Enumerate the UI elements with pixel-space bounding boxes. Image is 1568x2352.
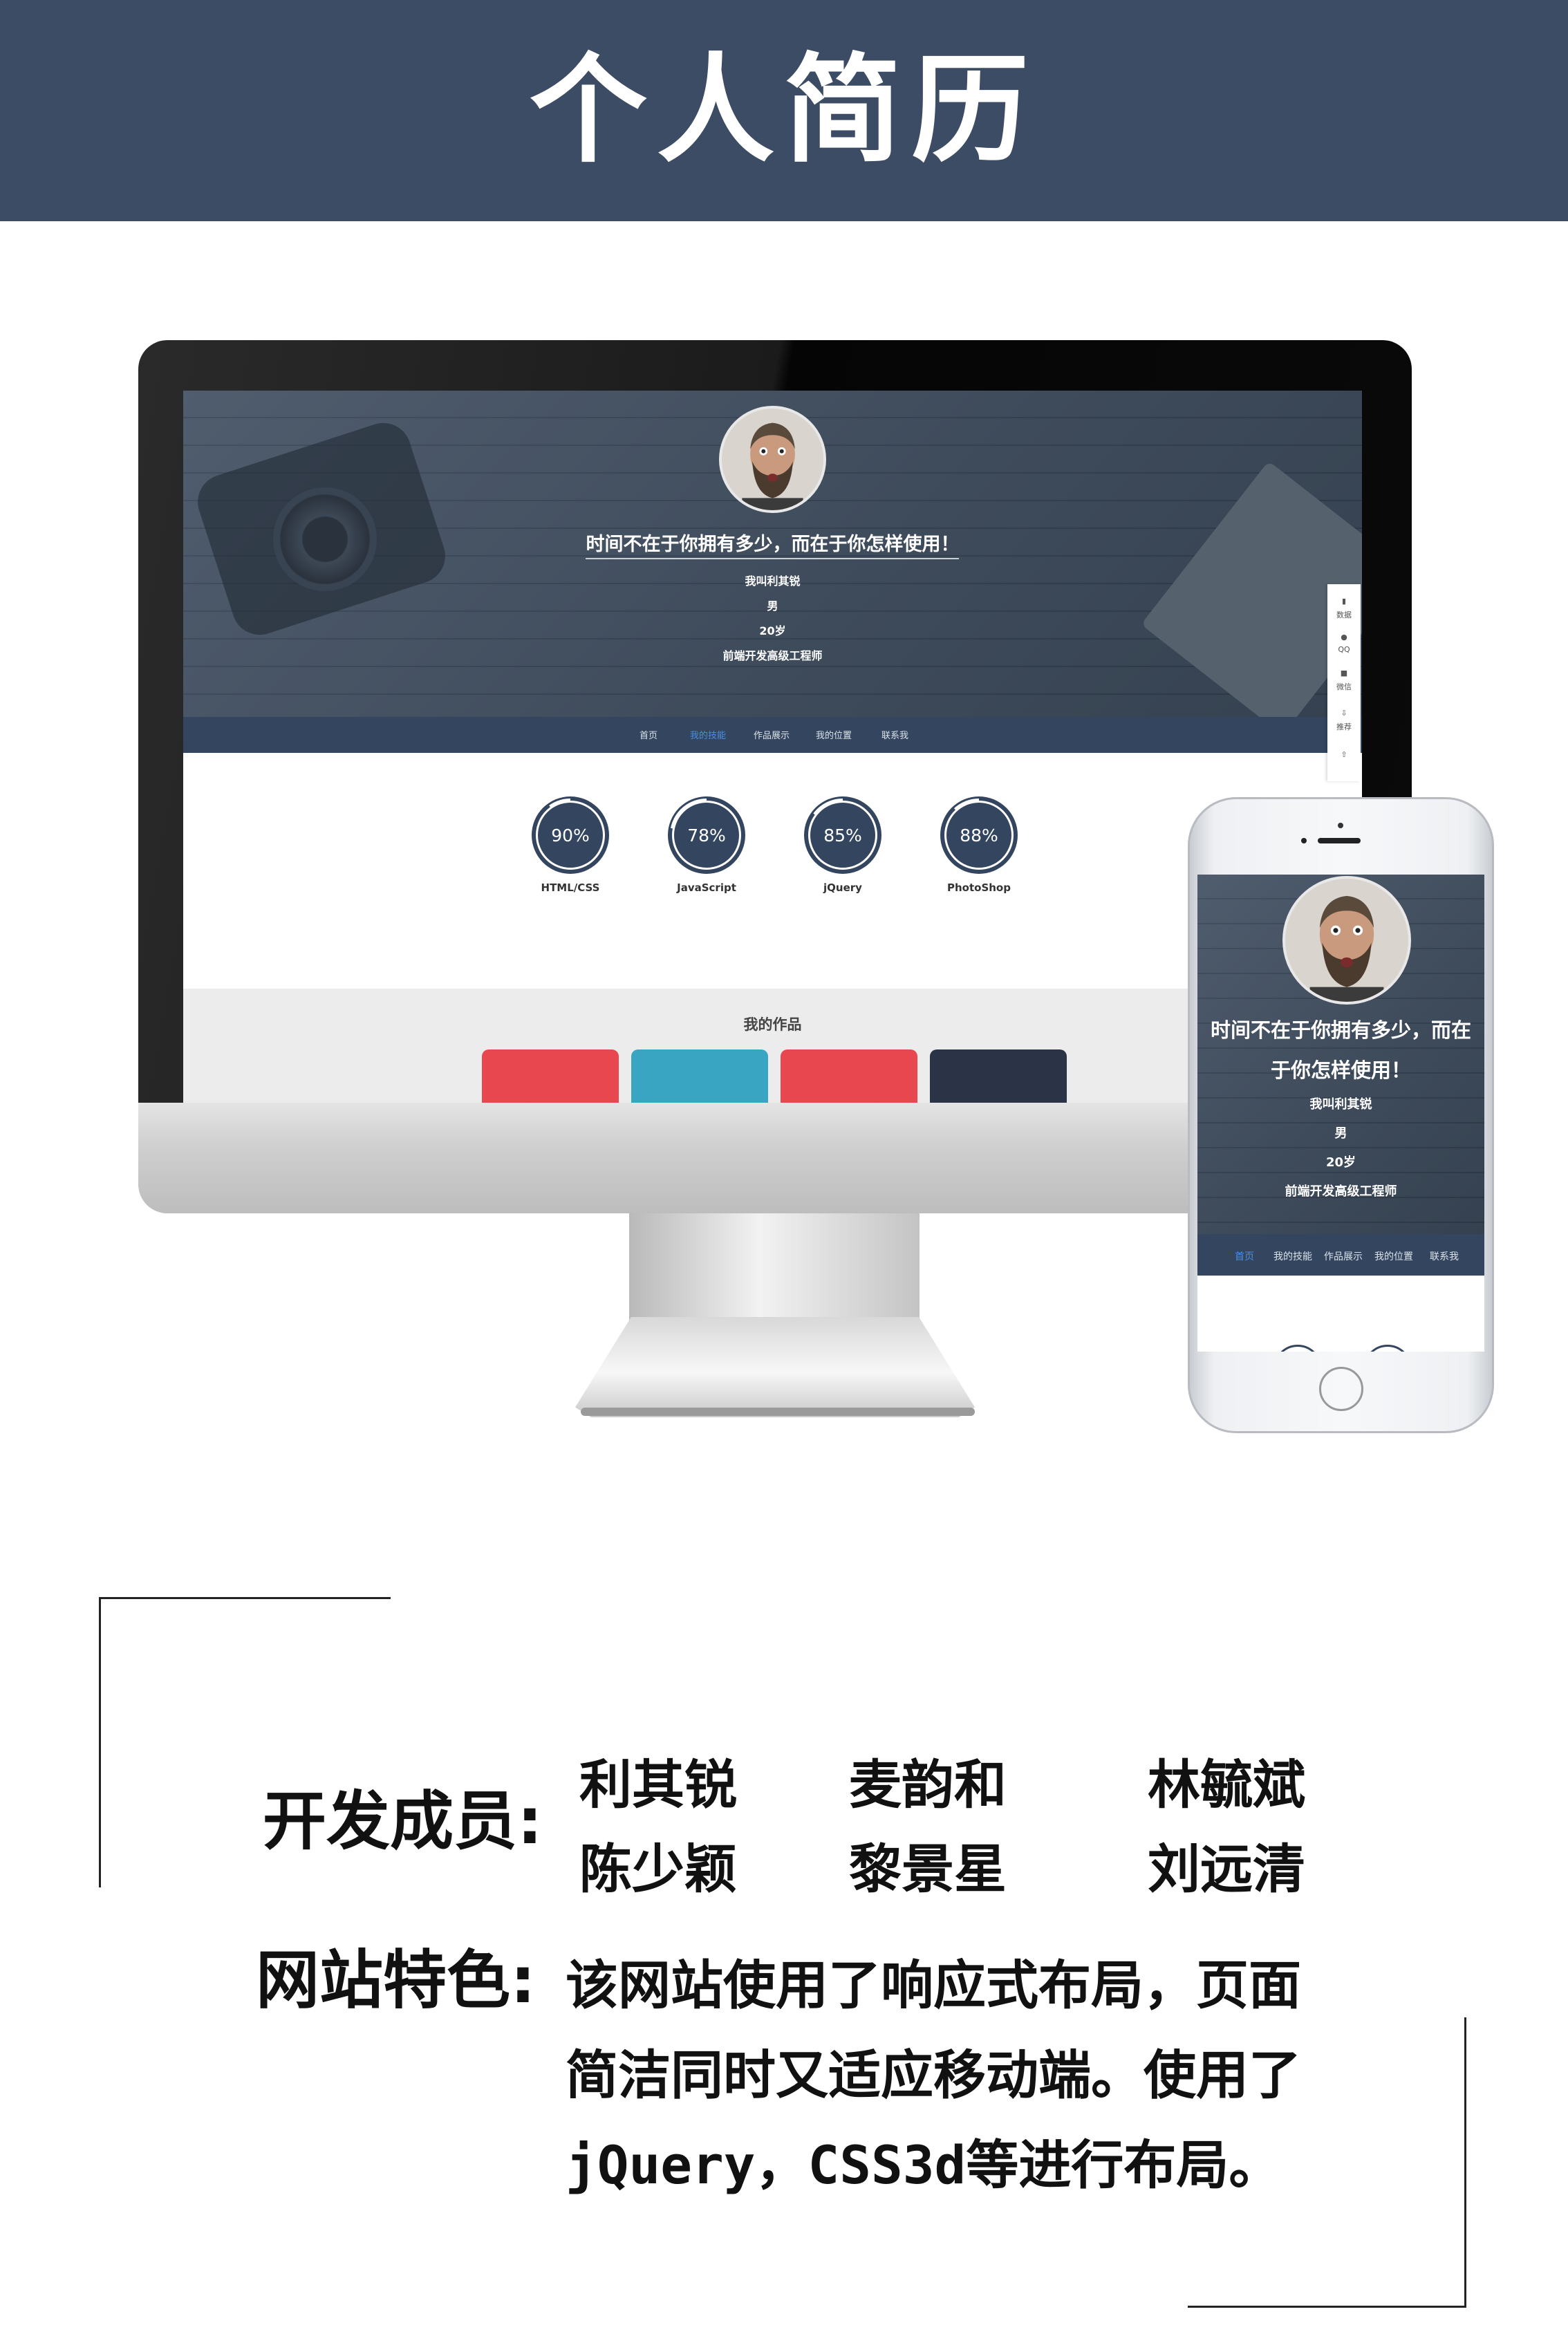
skill-percent: 90% [551,825,590,846]
download-icon[interactable]: ⇩ [1333,709,1355,718]
phone-nav-location[interactable]: 我的位置 [1374,1249,1413,1263]
work-card[interactable] [482,1049,619,1103]
phone-speaker [1318,838,1361,843]
frame-line-right [1464,2017,1466,2308]
side-label-data: 数据 [1336,610,1352,619]
desktop-screen: 时间不在于你拥有多少，而在于你怎样使用！ 我叫利其锐 男 20岁 前端开发高级工… [183,391,1362,1103]
members-label: 开发成员: [263,1784,543,1858]
skill-percent: 85% [823,825,862,846]
desktop-navbar: 首页 我的技能 作品展示 我的位置 联系我 [183,717,1362,753]
nav-contact[interactable]: 联系我 [881,728,908,741]
phone-navbar: 首页 我的技能 作品展示 我的位置 联系我 [1197,1234,1484,1276]
phone-skill-ring [1273,1345,1322,1352]
skill-item: 88% PhotoShop [941,798,1017,894]
member-name: 刘远清 [1148,1838,1305,1900]
skill-name: JavaScript [677,881,736,894]
side-label-wechat: 微信 [1336,682,1352,691]
phone-quote-line2: 于你怎样使用！ [1270,1058,1411,1082]
phone-quote-line1: 时间不在于你拥有多少，而在 [1210,1018,1471,1042]
member-name: 麦韵和 [849,1754,1007,1816]
works-section: 我的作品 [183,989,1362,1103]
skill-name: HTML/CSS [541,881,600,894]
hero-gender: 男 [767,599,778,613]
skill-percent: 88% [960,825,998,846]
monitor-stand-base [575,1317,975,1417]
monitor-stand-neck [629,1213,920,1331]
phone-hero-job: 前端开发高级工程师 [1285,1184,1397,1199]
skill-percent: 78% [687,825,726,846]
phone-sensor [1301,838,1307,843]
phone-avatar [1282,876,1411,1005]
skill-progress-ring: 78% [669,798,744,872]
skill-progress-ring: 88% [942,798,1016,872]
phone-nav-home[interactable]: 首页 [1235,1249,1254,1263]
feature-text-line: 简洁同时又适应移动端。使用了 [566,2044,1301,2106]
frame-line-bottom [1188,2306,1466,2308]
side-toolbar: ▮ 数据 ● QQ ■ 微信 ⇩ 推荐 ⇧ [1327,584,1361,781]
avatar-portrait-icon [1285,879,1408,1002]
member-name: 林毓斌 [1148,1754,1305,1816]
side-label-recommend: 推荐 [1336,722,1352,731]
avatar-portrait-icon [722,409,823,510]
page-title: 个人简历 [529,42,1038,179]
monitor-stand-shadow [581,1408,975,1416]
skill-item: 85% jQuery [805,798,881,894]
work-card[interactable] [781,1049,917,1103]
skill-progress-ring: 85% [805,798,880,872]
nav-home[interactable]: 首页 [640,728,657,741]
phone-skill-ring [1363,1345,1412,1352]
phone-nav-skills[interactable]: 我的技能 [1273,1249,1312,1263]
work-card[interactable] [930,1049,1067,1103]
avatar [719,406,826,513]
hero-age: 20岁 [759,624,786,637]
skill-item: 78% JavaScript [669,798,745,894]
chart-icon[interactable]: ▮ [1333,597,1355,606]
phone-nav-works[interactable]: 作品展示 [1324,1249,1363,1263]
skill-name: PhotoShop [947,881,1011,894]
frame-line-top [99,1597,391,1599]
phone-nav-contact[interactable]: 联系我 [1430,1249,1459,1263]
skill-progress-ring: 90% [533,798,608,872]
skill-item: 90% HTML/CSS [532,798,608,894]
hero-quote: 时间不在于你拥有多少，而在于你怎样使用！ [586,534,960,555]
desktop-hero: 时间不在于你拥有多少，而在于你怎样使用！ 我叫利其锐 男 20岁 前端开发高级工… [183,391,1362,736]
quote-underline [586,558,959,559]
member-name: 陈少颖 [579,1838,737,1900]
frame-line-left [99,1597,101,1887]
works-title: 我的作品 [743,1016,802,1033]
feature-text-line: 该网站使用了响应式布局，页面 [566,1954,1301,2016]
phone-screen: 时间不在于你拥有多少，而在 于你怎样使用！ 我叫利其锐 男 20岁 前端开发高级… [1197,875,1484,1352]
work-card[interactable] [631,1049,768,1103]
skill-name: jQuery [823,881,862,894]
feature-text-line: jQuery，CSS3d等进行布局。 [566,2134,1282,2196]
member-name: 利其锐 [579,1754,737,1816]
hero-name: 我叫利其锐 [745,575,801,588]
back-to-top-icon[interactable]: ⇧ [1333,750,1355,759]
phone-home-button[interactable] [1319,1367,1363,1411]
wechat-icon[interactable]: ■ [1333,669,1355,678]
phone-camera [1338,823,1343,828]
phone-hero-age: 20岁 [1325,1155,1356,1170]
qq-icon[interactable]: ● [1333,633,1355,642]
feature-label: 网站特色: [256,1943,536,2017]
hero-job: 前端开发高级工程师 [722,649,823,662]
phone-hero: 时间不在于你拥有多少，而在 于你怎样使用！ 我叫利其锐 男 20岁 前端开发高级… [1197,875,1484,1234]
nav-skills[interactable]: 我的技能 [690,728,726,741]
side-label-qq: QQ [1338,645,1350,654]
nav-location[interactable]: 我的位置 [816,728,852,741]
member-name: 黎景星 [849,1838,1007,1900]
phone-hero-name: 我叫利其锐 [1309,1097,1372,1112]
phone-hero-gender: 男 [1334,1126,1347,1141]
nav-works[interactable]: 作品展示 [754,728,790,741]
